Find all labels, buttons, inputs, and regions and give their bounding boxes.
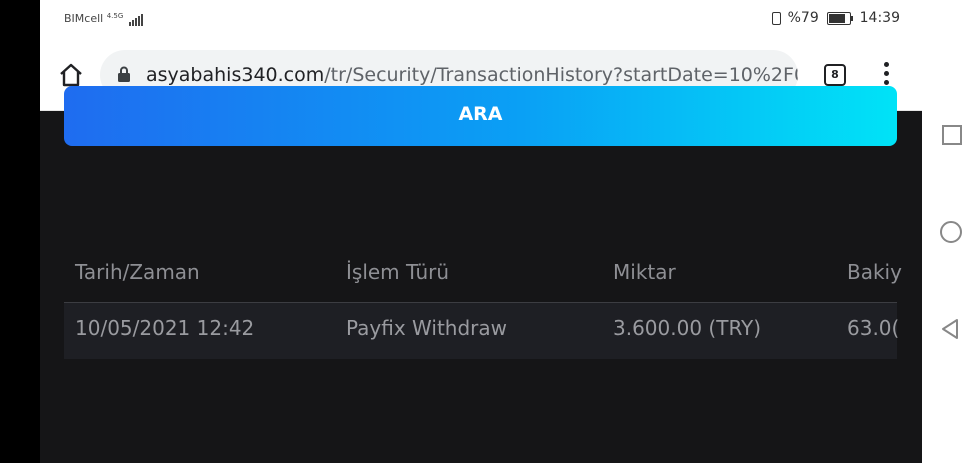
tab-switcher-button[interactable]: 8 xyxy=(824,64,846,86)
phone-screen: BIMcell 4.5G %79 14:39 asyabahis340.com/… xyxy=(40,0,922,463)
url-text: asyabahis340.com/tr/Security/Transaction… xyxy=(146,64,798,86)
header-amount: Miktar xyxy=(613,260,676,284)
left-bezel xyxy=(0,0,40,463)
transaction-table: Tarih/Zaman İşlem Türü Miktar Bakiy 10/0… xyxy=(64,246,902,359)
header-date: Tarih/Zaman xyxy=(75,260,200,284)
lock-icon xyxy=(118,66,130,82)
carrier-info: BIMcell 4.5G xyxy=(64,12,144,26)
cell-balance: 63.0( xyxy=(847,316,900,340)
search-button-label: ARA xyxy=(458,103,503,125)
header-balance: Bakiy xyxy=(847,260,902,284)
network-type: 4.5G xyxy=(106,12,124,20)
cell-type: Payfix Withdraw xyxy=(346,316,507,340)
table-header: Tarih/Zaman İşlem Türü Miktar Bakiy xyxy=(64,246,902,303)
clock: 14:39 xyxy=(859,10,900,26)
url-domain: asyabahis340.com xyxy=(146,64,325,86)
recents-icon[interactable] xyxy=(942,125,962,145)
navigation-bar xyxy=(922,0,978,463)
more-vert-icon[interactable] xyxy=(882,62,890,88)
table-row: 10/05/2021 12:42 Payfix Withdraw 3.600.0… xyxy=(64,303,900,359)
signal-icon xyxy=(128,13,144,26)
header-type: İşlem Türü xyxy=(346,260,450,284)
url-path: /tr/Security/TransactionHistory?startDat… xyxy=(324,64,798,86)
search-button[interactable]: ARA xyxy=(64,86,897,146)
battery-percent: %79 xyxy=(787,10,819,26)
cell-amount: 3.600.00 (TRY) xyxy=(613,316,762,340)
vibrate-icon xyxy=(772,11,782,25)
back-icon[interactable] xyxy=(940,318,960,340)
cell-date: 10/05/2021 12:42 xyxy=(75,316,255,340)
carrier-name: BIMcell xyxy=(64,12,104,25)
status-right: %79 14:39 xyxy=(772,10,900,26)
home-icon[interactable] xyxy=(58,62,84,88)
home-nav-icon[interactable] xyxy=(940,221,962,243)
battery-icon xyxy=(827,11,854,25)
status-bar: BIMcell 4.5G %79 14:39 xyxy=(40,0,922,38)
